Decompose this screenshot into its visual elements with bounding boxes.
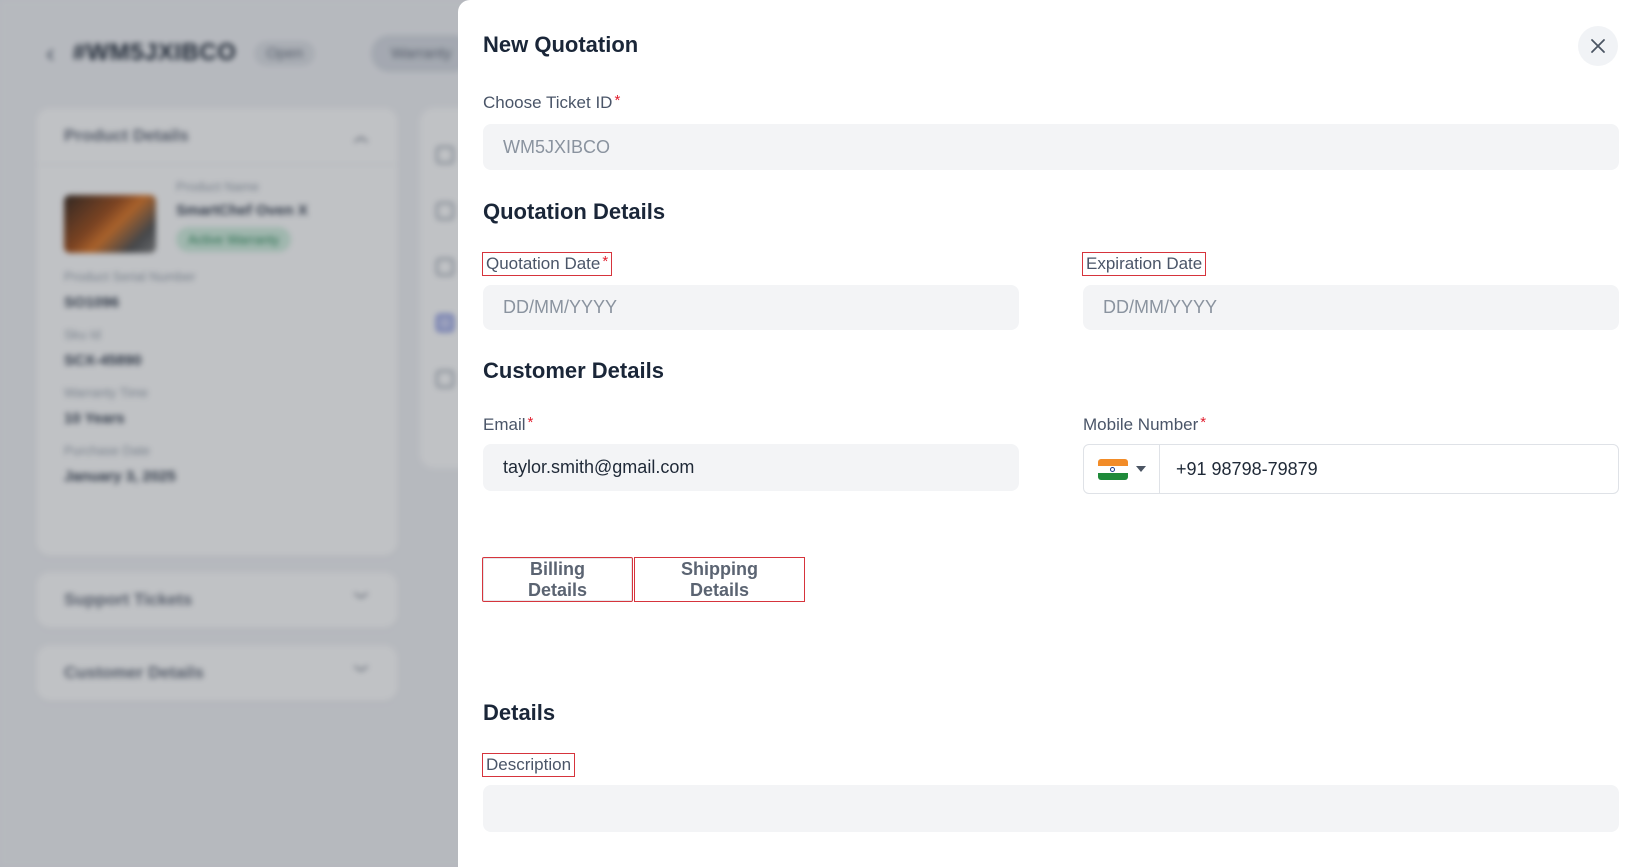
ticket-id-label-text: Choose Ticket ID	[483, 93, 613, 112]
description-input[interactable]	[483, 785, 1619, 832]
expiration-date-label-text: Expiration Date	[1086, 254, 1203, 273]
customer-details-heading: Customer Details	[483, 358, 664, 383]
close-button[interactable]	[1578, 26, 1618, 66]
required-marker: *	[1200, 414, 1207, 431]
expiration-date-input[interactable]	[1083, 285, 1619, 330]
required-marker: *	[527, 414, 534, 431]
mobile-number-label: Mobile Number *	[1083, 415, 1206, 435]
required-marker: *	[602, 253, 609, 270]
description-label-text: Description	[486, 755, 572, 774]
caret-down-icon	[1135, 466, 1146, 472]
quotation-date-label: Quotation Date *	[481, 252, 613, 276]
mobile-number-field	[1083, 444, 1619, 494]
email-input[interactable]	[483, 444, 1019, 491]
mobile-number-input[interactable]	[1160, 445, 1618, 493]
quotation-date-input[interactable]	[483, 285, 1019, 330]
tab-shipping-details[interactable]: Shipping Details	[634, 557, 805, 602]
ticket-id-input[interactable]	[483, 124, 1619, 170]
email-label: Email *	[483, 415, 533, 435]
quotation-date-label-text: Quotation Date	[486, 254, 601, 273]
description-label: Description	[481, 753, 576, 777]
details-heading: Details	[483, 700, 556, 725]
new-quotation-drawer: New Quotation Choose Ticket ID* Quotatio…	[458, 0, 1643, 867]
country-code-select[interactable]	[1084, 445, 1160, 493]
email-label-text: Email	[483, 415, 526, 434]
mobile-number-label-text: Mobile Number	[1083, 415, 1199, 434]
drawer-title: New Quotation	[483, 32, 639, 57]
india-flag-icon	[1097, 458, 1128, 480]
required-marker: *	[614, 92, 621, 109]
expiration-date-label: Expiration Date	[1081, 252, 1207, 276]
quotation-details-heading: Quotation Details	[483, 199, 666, 224]
ticket-id-label: Choose Ticket ID *	[483, 93, 620, 113]
close-icon	[1591, 39, 1605, 53]
address-tabs: Billing Details Shipping Details	[482, 557, 805, 602]
tab-billing-details[interactable]: Billing Details	[482, 557, 633, 602]
